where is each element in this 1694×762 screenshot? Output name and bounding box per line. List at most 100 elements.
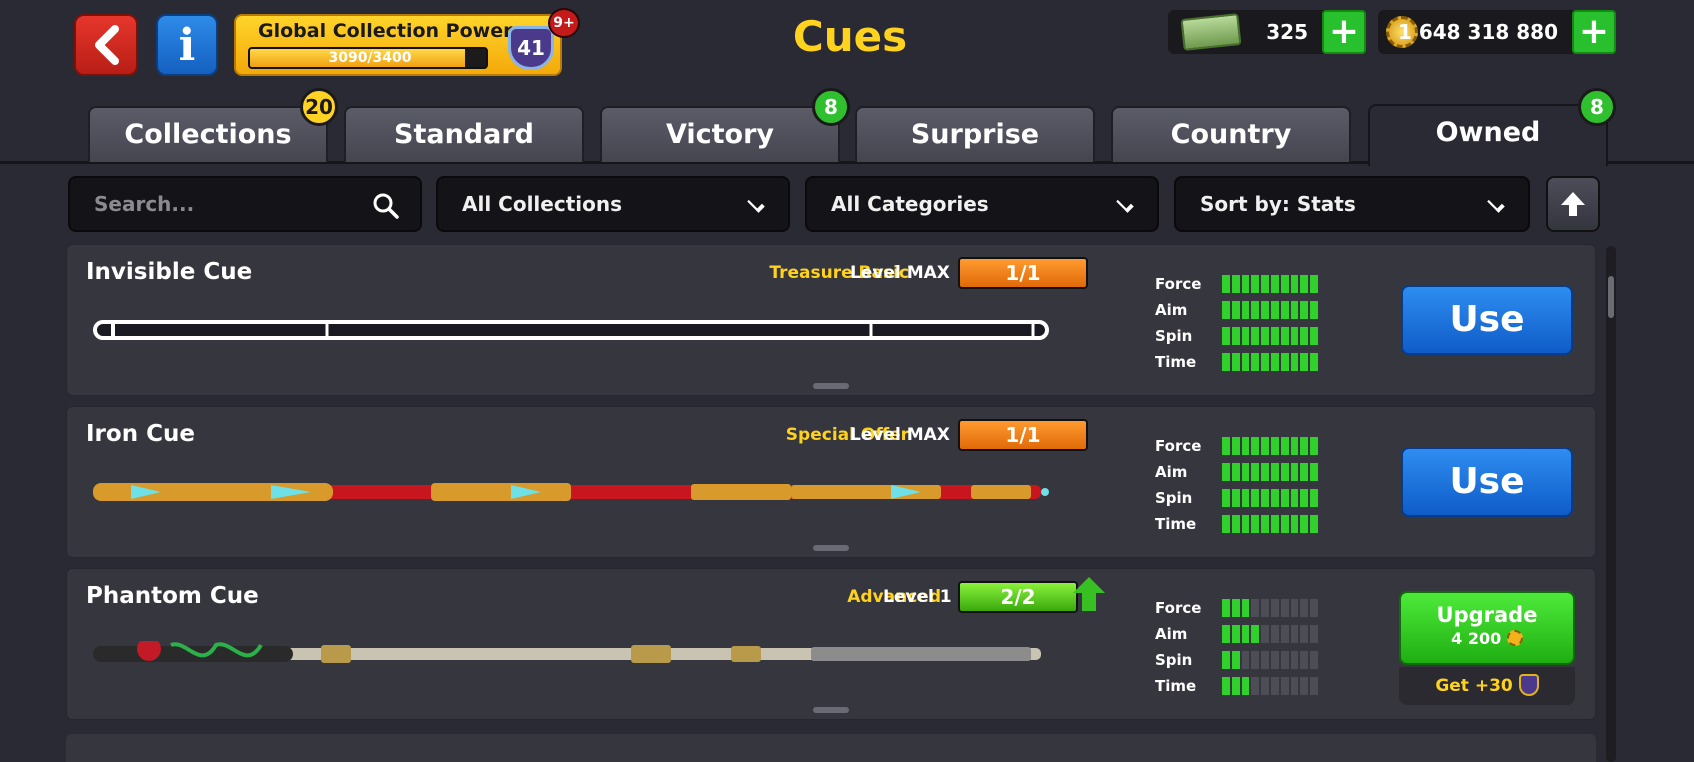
- stat-segment: [1290, 353, 1299, 371]
- stat-segment: [1280, 489, 1289, 507]
- stat-bar-spin: [1222, 327, 1318, 345]
- categories-dropdown[interactable]: All Categories: [805, 176, 1159, 232]
- stat-segment: [1222, 489, 1230, 507]
- stat-segment: [1261, 651, 1269, 669]
- collections-dropdown-value: All Collections: [462, 192, 622, 216]
- stat-segment: [1222, 651, 1230, 669]
- tab-country[interactable]: Country: [1111, 106, 1351, 162]
- cue-name: Iron Cue: [86, 421, 195, 447]
- iron-cue-image: [93, 483, 1049, 501]
- tab-victory[interactable]: Victory: [600, 106, 840, 162]
- stat-segment: [1241, 327, 1250, 345]
- stat-bar-force: [1222, 437, 1318, 455]
- stat-segment: [1241, 489, 1250, 507]
- stat-segment: [1241, 463, 1250, 481]
- stat-segment: [1270, 599, 1279, 617]
- stat-segment: [1231, 463, 1240, 481]
- cue-card-iron[interactable]: Iron Cue Special Offer Level MAX 1/1 For…: [66, 406, 1596, 558]
- stat-segment: [1310, 625, 1318, 643]
- stat-segment: [1261, 515, 1269, 533]
- cash-display: 325 +: [1168, 10, 1366, 54]
- back-button[interactable]: [74, 14, 138, 76]
- stat-segment: [1261, 301, 1269, 319]
- stat-segment: [1251, 625, 1260, 643]
- notification-badge: 9+: [548, 8, 580, 38]
- stat-label-force: Force: [1155, 599, 1202, 617]
- card-expand-handle[interactable]: [813, 383, 849, 389]
- stat-label-time: Time: [1155, 677, 1197, 695]
- stat-segment: [1270, 515, 1279, 533]
- stat-label-time: Time: [1155, 353, 1197, 371]
- sort-direction-button[interactable]: [1546, 176, 1600, 232]
- card-expand-handle[interactable]: [813, 545, 849, 551]
- collection-level-shield-icon: 41: [508, 26, 554, 70]
- stat-segment: [1222, 353, 1230, 371]
- stat-segment: [1310, 327, 1318, 345]
- stat-segment: [1290, 599, 1299, 617]
- card-expand-handle[interactable]: [813, 707, 849, 713]
- cue-level-progress: 1/1: [958, 419, 1088, 451]
- info-button[interactable]: i: [156, 14, 218, 76]
- upgrade-cost-value: 4 200: [1451, 629, 1502, 648]
- chevron-down-icon: [1487, 195, 1505, 213]
- stat-label-aim: Aim: [1155, 301, 1188, 319]
- stat-segment: [1290, 301, 1299, 319]
- stat-segment: [1231, 651, 1240, 669]
- stat-segment: [1261, 437, 1269, 455]
- scrollbar-track[interactable]: [1606, 246, 1616, 762]
- upgrade-available-arrow-stem: [1082, 593, 1096, 611]
- cue-card-invisible[interactable]: Invisible Cue Treasure Basic Level MAX 1…: [66, 244, 1596, 396]
- use-button[interactable]: Use: [1401, 285, 1573, 355]
- stat-segment: [1241, 515, 1250, 533]
- top-bar: i Global Collection Power 3090/3400 41 9…: [0, 0, 1694, 100]
- stat-segment: [1251, 301, 1260, 319]
- stat-segment: [1231, 353, 1240, 371]
- stat-bar-aim: [1222, 301, 1318, 319]
- upgrade-button[interactable]: Upgrade 4 200: [1399, 591, 1575, 665]
- stat-segment: [1261, 599, 1269, 617]
- cue-level: Level 1: [883, 587, 952, 607]
- search-input[interactable]: Search...: [68, 176, 422, 232]
- stat-segment: [1241, 437, 1250, 455]
- sort-dropdown[interactable]: Sort by: Stats: [1174, 176, 1530, 232]
- stat-segment: [1231, 599, 1240, 617]
- collection-power-value: 3090/3400: [328, 50, 412, 66]
- stat-segment: [1280, 651, 1289, 669]
- stat-segment: [1290, 625, 1299, 643]
- scrollbar-thumb[interactable]: [1608, 276, 1614, 318]
- stat-segment: [1280, 327, 1289, 345]
- use-button[interactable]: Use: [1401, 447, 1573, 517]
- add-cash-button[interactable]: +: [1322, 10, 1366, 54]
- stat-label-spin: Spin: [1155, 327, 1193, 345]
- info-icon: i: [178, 19, 196, 71]
- collections-dropdown[interactable]: All Collections: [436, 176, 790, 232]
- cue-card-phantom[interactable]: Phantom Cue Advanced Level 1 2/2 Force A…: [66, 568, 1596, 720]
- tab-surprise[interactable]: Surprise: [855, 106, 1095, 162]
- tab-collections[interactable]: Collections: [88, 106, 328, 162]
- stat-segment: [1280, 437, 1289, 455]
- stat-segment: [1231, 515, 1240, 533]
- stat-bar-spin: [1222, 651, 1318, 669]
- tab-standard[interactable]: Standard: [344, 106, 584, 162]
- stat-label-force: Force: [1155, 275, 1202, 293]
- stat-segment: [1280, 599, 1289, 617]
- cue-name: Invisible Cue: [86, 259, 253, 285]
- upgrade-button-label: Upgrade: [1436, 603, 1538, 627]
- arrow-up-icon: [1561, 192, 1585, 216]
- add-coins-button[interactable]: +: [1572, 10, 1616, 54]
- stat-segment: [1251, 327, 1260, 345]
- cue-card-partial[interactable]: [66, 734, 1596, 762]
- stat-segment: [1310, 353, 1318, 371]
- stat-segment: [1261, 463, 1269, 481]
- stat-segment: [1261, 677, 1269, 695]
- cue-name: Phantom Cue: [86, 583, 259, 609]
- stat-label-spin: Spin: [1155, 651, 1193, 669]
- stat-label-time: Time: [1155, 515, 1197, 533]
- sort-dropdown-value: Sort by: Stats: [1200, 192, 1356, 216]
- stat-label-aim: Aim: [1155, 463, 1188, 481]
- stat-segment: [1231, 437, 1240, 455]
- stat-segment: [1290, 327, 1299, 345]
- stat-segment: [1270, 489, 1279, 507]
- stat-bar-force: [1222, 599, 1318, 617]
- tab-owned[interactable]: Owned: [1368, 104, 1608, 166]
